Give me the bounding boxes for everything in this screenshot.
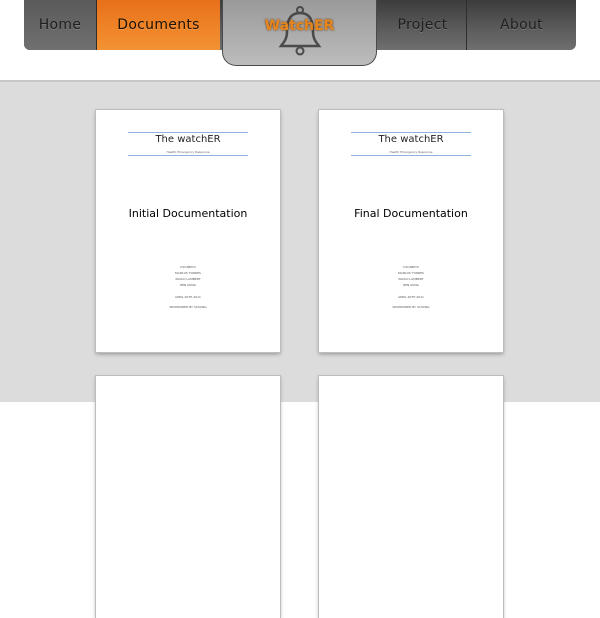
- document-card-initial[interactable]: The watchER Health Emergency Response In…: [96, 110, 280, 352]
- team-line: PAOLO LAMBERT: [398, 277, 424, 281]
- document-sponsor: SPONSORED BY SCSCNG: [169, 305, 207, 309]
- nav-documents-tab[interactable]: Documents: [97, 0, 220, 50]
- team-line: MARCUS TORRES: [398, 271, 424, 275]
- document-card[interactable]: [319, 376, 503, 618]
- team-line: PAOLO LAMBERT: [175, 277, 201, 281]
- document-card[interactable]: [96, 376, 280, 618]
- document-date: APRIL 20TH 2011: [175, 295, 201, 299]
- team-line: MARCUS TORRES: [175, 271, 201, 275]
- nav-documents-label: Documents: [117, 17, 200, 33]
- title-rule: [128, 132, 248, 133]
- nav-about-tab[interactable]: About: [467, 0, 576, 50]
- document-title: The watchER: [378, 134, 444, 145]
- documents-grid: The watchER Health Emergency Response In…: [0, 80, 600, 618]
- team-line: REN KUNG: [180, 283, 196, 287]
- nav-home-tab[interactable]: Home: [24, 0, 96, 50]
- document-subtitle: Health Emergency Response: [166, 150, 210, 154]
- team-line: CSC4BP15: [180, 265, 196, 269]
- document-date: APRIL 20TH 2011: [398, 295, 424, 299]
- document-heading: Final Documentation: [354, 207, 468, 220]
- nav-home-label: Home: [38, 17, 82, 33]
- document-heading: Initial Documentation: [128, 207, 248, 220]
- document-title: The watchER: [155, 134, 221, 145]
- team-line: REN KUNG: [403, 283, 419, 287]
- document-sponsor: SPONSORED BY SCSCNG: [392, 305, 430, 309]
- logo-text: WatchER: [264, 18, 335, 34]
- nav-about-label: About: [500, 17, 543, 33]
- title-rule: [351, 132, 471, 133]
- logo-home-link[interactable]: WatchER: [222, 0, 377, 66]
- document-subtitle: Health Emergency Response: [389, 150, 433, 154]
- title-rule: [128, 155, 248, 156]
- nav-project-tab[interactable]: Project: [379, 0, 466, 50]
- title-rule: [351, 155, 471, 156]
- team-line: CSC4BP15: [403, 265, 419, 269]
- document-card-final[interactable]: The watchER Health Emergency Response Fi…: [319, 110, 503, 352]
- nav-project-label: Project: [397, 17, 448, 33]
